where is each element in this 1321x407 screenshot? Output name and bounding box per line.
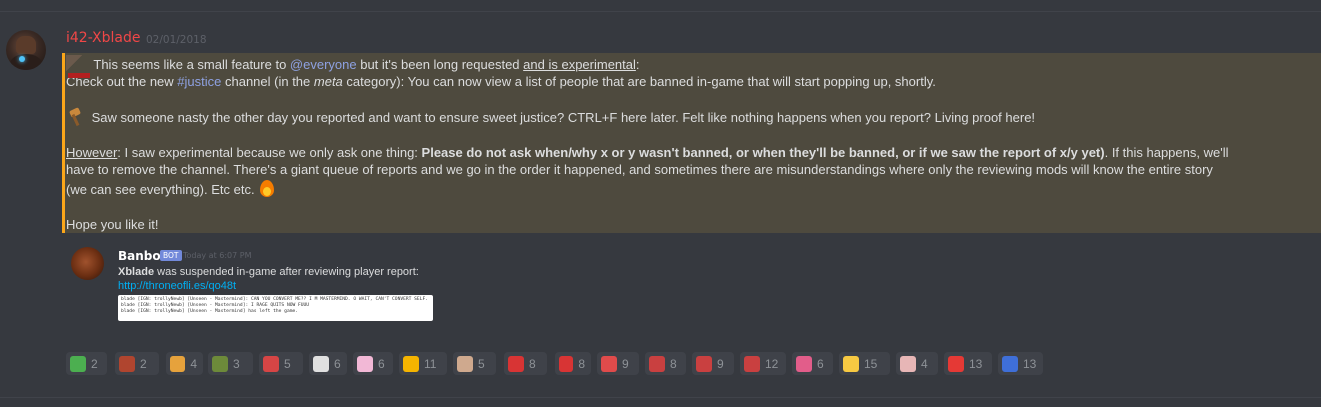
- number-one-emoji-icon: [948, 355, 964, 372]
- swords-emoji-icon: [119, 355, 135, 372]
- chat-log-image[interactable]: blade [IGN: trollyNewb] [Unseen - Master…: [118, 295, 433, 321]
- author-name[interactable]: i42-Xblade: [66, 30, 141, 46]
- reaction-count: 8: [670, 356, 677, 371]
- justice-channel-link[interactable]: #justice: [177, 74, 221, 89]
- everyone-mention[interactable]: @everyone: [290, 57, 357, 72]
- fire-emoji-icon: [258, 178, 276, 198]
- character-emoji-icon: [170, 355, 186, 372]
- reaction-count: 2: [140, 356, 147, 371]
- message-content: This seems like a small feature to @ever…: [66, 55, 1306, 233]
- panda-emoji-icon: [313, 355, 329, 372]
- reaction-count: 4: [921, 356, 928, 371]
- bottom-divider: [0, 397, 1321, 398]
- reaction-count: 9: [622, 356, 629, 371]
- fish-red2-emoji-icon: [559, 355, 574, 372]
- reaction-count: 2: [91, 356, 98, 371]
- reaction-count: 11: [424, 356, 437, 371]
- hammer-emoji-icon: [66, 55, 90, 78]
- reaction-number-one[interactable]: 13: [944, 352, 992, 375]
- reaction-fish-red2[interactable]: 8: [555, 352, 591, 375]
- fish-num2-emoji-icon: [696, 355, 712, 372]
- gun-emoji-icon: [212, 355, 228, 372]
- reaction-count: 15: [864, 356, 878, 371]
- reaction-gun[interactable]: 3: [208, 352, 253, 375]
- reaction-fish[interactable]: 12: [740, 352, 786, 375]
- reaction-count: 6: [334, 356, 341, 371]
- reaction-count: 12: [765, 356, 779, 371]
- frog-emoji-icon: [70, 355, 86, 372]
- crown-emoji-icon: [843, 355, 859, 372]
- bot-report-link[interactable]: http://throneofli.es/qo48t: [118, 280, 236, 292]
- reaction-zipper[interactable]: 11: [399, 352, 447, 375]
- author-avatar[interactable]: [6, 30, 46, 70]
- bot-message-text: Xblade was suspended in-game after revie…: [118, 266, 419, 278]
- girl2-emoji-icon: [900, 355, 916, 372]
- reaction-swords[interactable]: 2: [115, 352, 159, 375]
- bot-badge: BOT: [160, 250, 182, 261]
- reaction-count: 8: [529, 356, 536, 371]
- flower-emoji-icon: [796, 355, 812, 372]
- lips-emoji-icon: [601, 355, 617, 372]
- skull-emoji-icon: [263, 355, 279, 372]
- reaction-count: 3: [233, 356, 240, 371]
- message-timestamp: 02/01/2018: [146, 34, 207, 46]
- reaction-count: 8: [578, 356, 585, 371]
- message-line: Check out the new #justice channel (in t…: [66, 74, 936, 89]
- message-line: have to remove the channel. There's a gi…: [66, 162, 1213, 177]
- bot-avatar[interactable]: [71, 247, 104, 280]
- penguin-emoji-icon: [1002, 355, 1018, 372]
- reaction-fish-num2[interactable]: 9: [692, 352, 734, 375]
- bot-timestamp: Today at 6:07 PM: [183, 251, 252, 260]
- reaction-girl2[interactable]: 4: [896, 352, 938, 375]
- reaction-penguin[interactable]: 13: [998, 352, 1043, 375]
- anime-emoji-icon: [357, 355, 373, 372]
- fish-emoji-icon: [744, 355, 760, 372]
- gavel-emoji-icon: [66, 108, 88, 125]
- reaction-count: 13: [1023, 356, 1037, 371]
- reaction-skull[interactable]: 5: [259, 352, 303, 375]
- reaction-count: 5: [284, 356, 291, 371]
- reaction-character[interactable]: 4: [166, 352, 203, 375]
- message-line: (we can see everything). Etc etc.: [66, 178, 1306, 198]
- reaction-lips[interactable]: 9: [597, 352, 639, 375]
- reaction-panda[interactable]: 6: [309, 352, 347, 375]
- girl-emoji-icon: [457, 355, 473, 372]
- message-line: Hope you like it!: [66, 217, 159, 232]
- top-divider: [0, 11, 1321, 12]
- reaction-girl[interactable]: 5: [453, 352, 496, 375]
- reaction-anime[interactable]: 6: [353, 352, 393, 375]
- reaction-frog[interactable]: 2: [66, 352, 107, 375]
- reaction-count: 9: [717, 356, 724, 371]
- fish-red-emoji-icon: [508, 355, 524, 372]
- reaction-fish-number[interactable]: 8: [645, 352, 686, 375]
- message-line: This seems like a small feature to @ever…: [66, 55, 1306, 78]
- reaction-count: 13: [969, 356, 983, 371]
- reaction-fish-red[interactable]: 8: [504, 352, 547, 375]
- log-line: blade [IGN: trollyNewb] [Unseen - Master…: [121, 309, 299, 314]
- reaction-count: 5: [478, 356, 485, 371]
- reaction-count: 6: [378, 356, 385, 371]
- reaction-flower[interactable]: 6: [792, 352, 833, 375]
- zipper-emoji-icon: [403, 355, 419, 372]
- message-line: Saw someone nasty the other day you repo…: [66, 108, 1306, 126]
- reaction-count: 4: [190, 356, 197, 371]
- reaction-crown[interactable]: 15: [839, 352, 890, 375]
- message-line: However: I saw experimental because we o…: [66, 145, 1229, 160]
- reaction-count: 6: [817, 356, 824, 371]
- fish-number-emoji-icon: [649, 355, 665, 372]
